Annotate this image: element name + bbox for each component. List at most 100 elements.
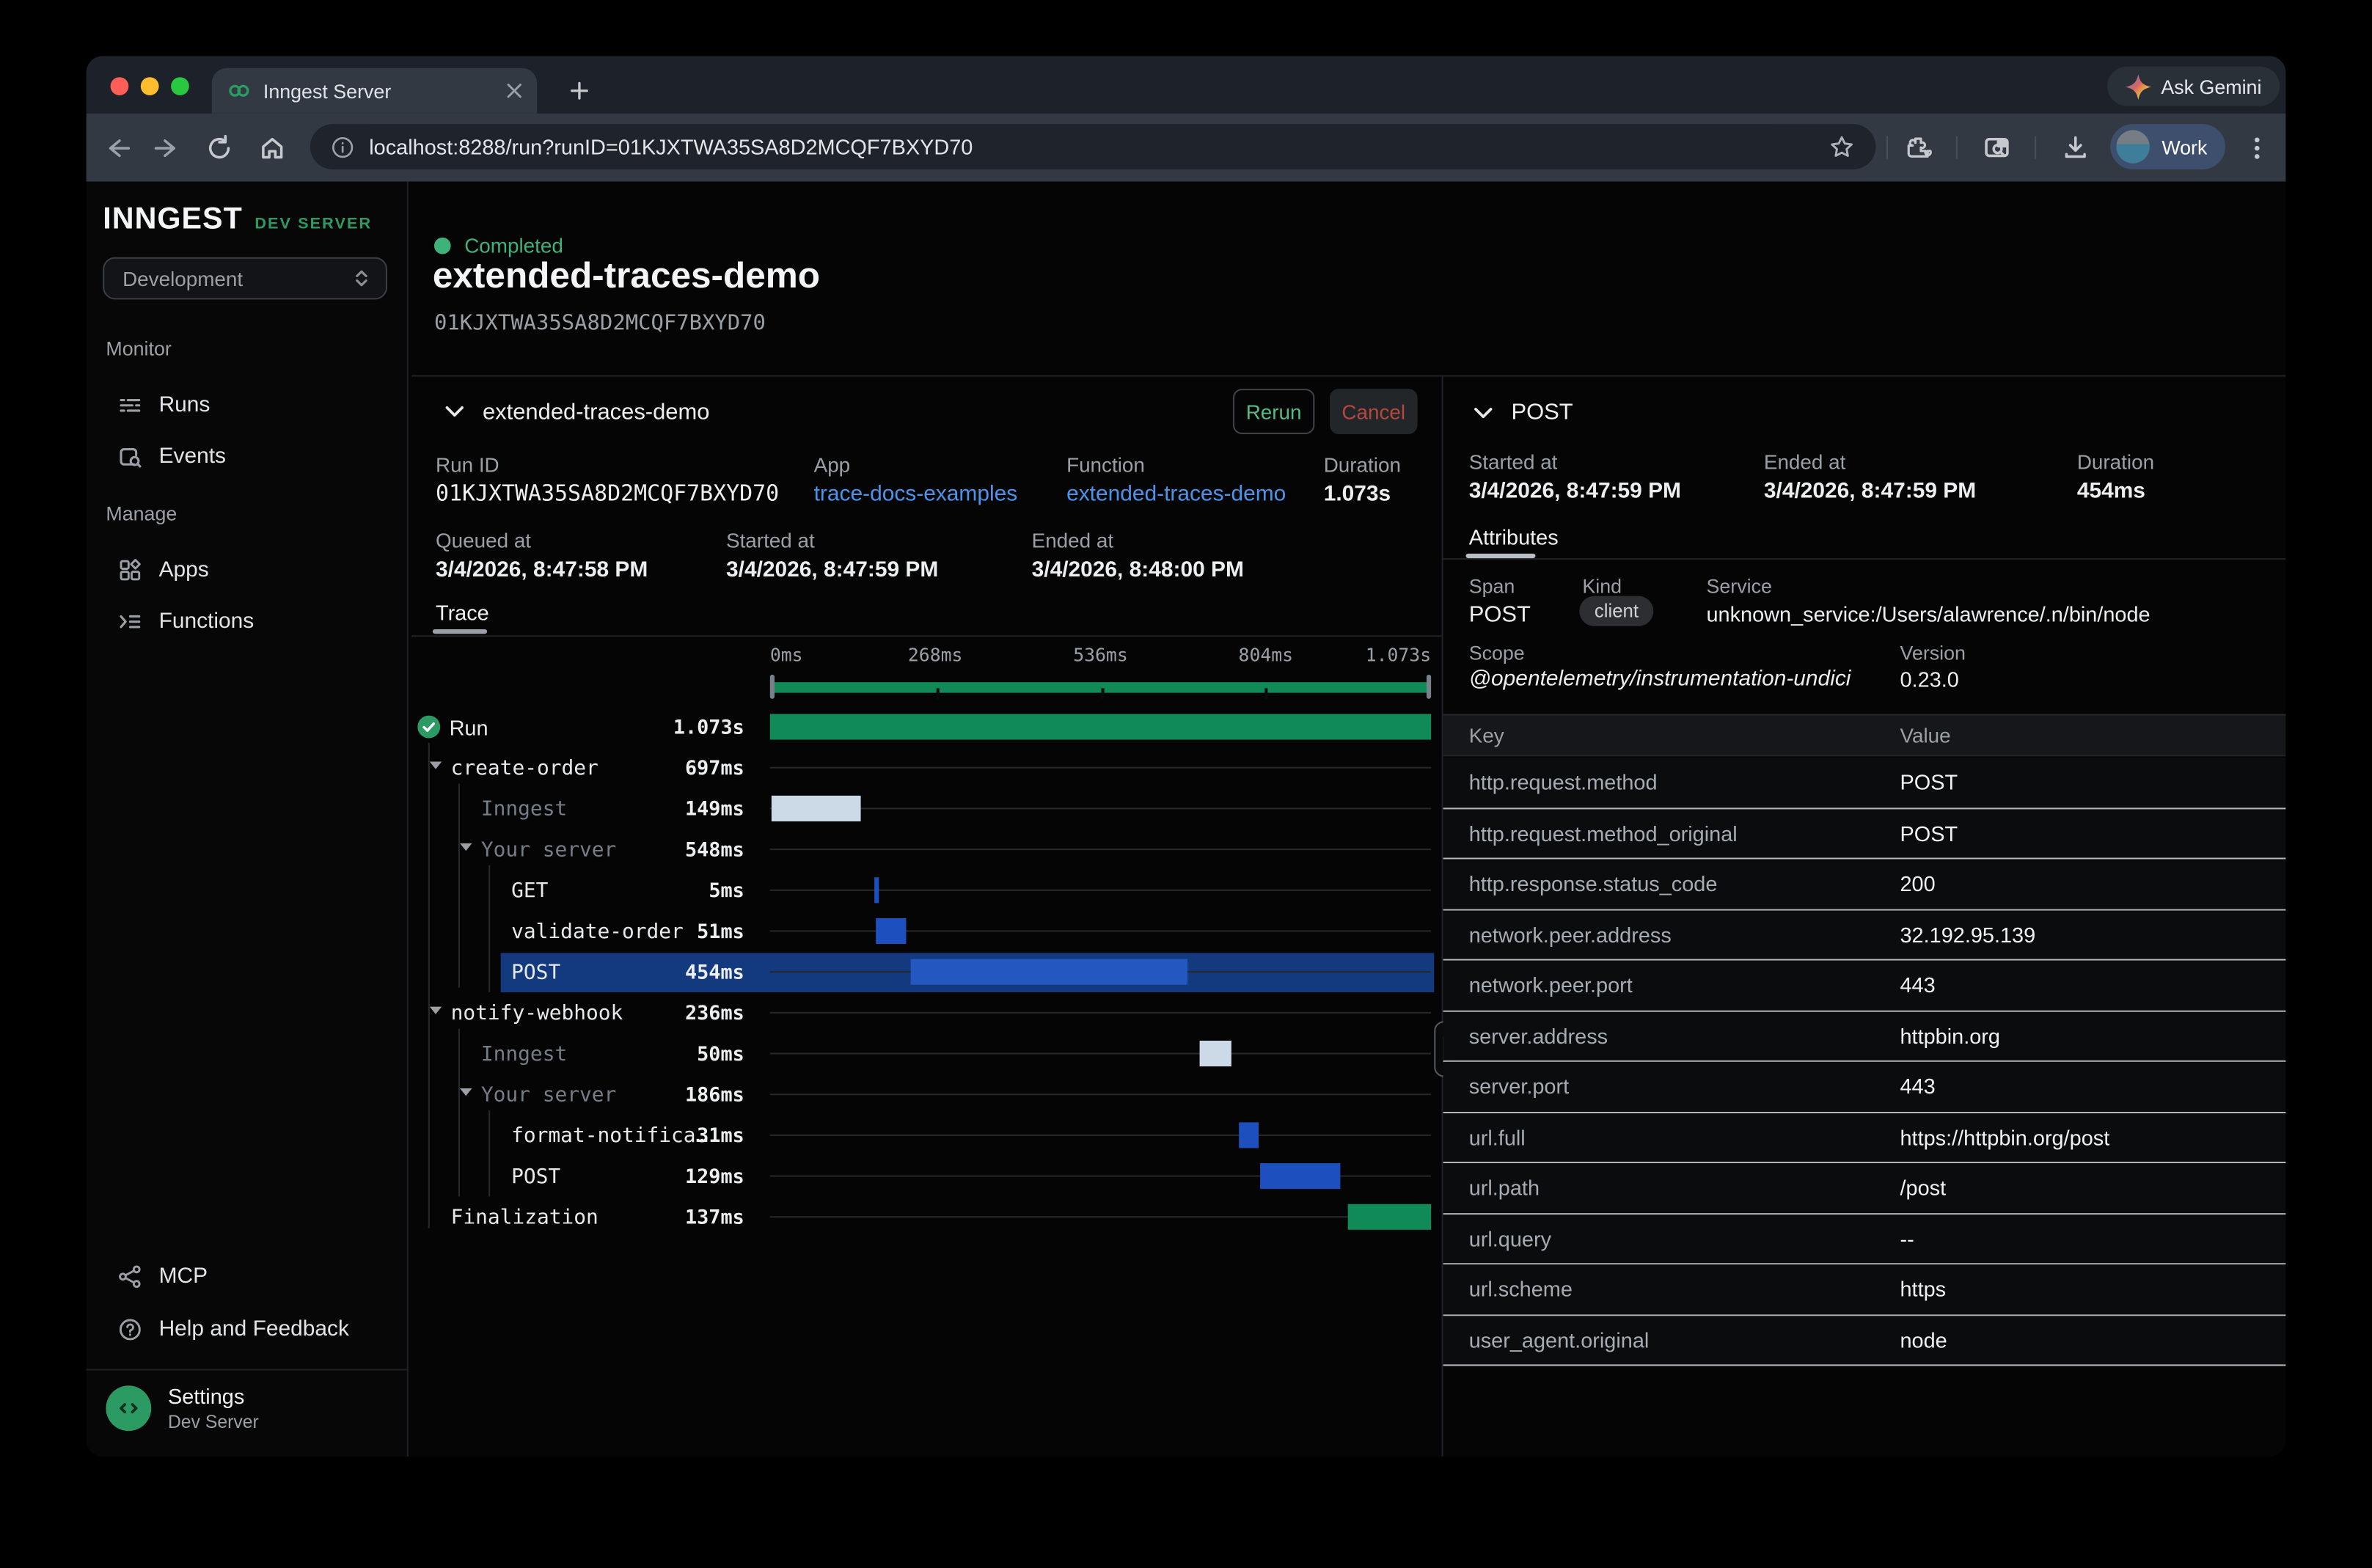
sidebar-item-functions[interactable]: Functions: [98, 601, 395, 642]
minimap-handle-left[interactable]: [770, 675, 775, 699]
tab-search-icon[interactable]: [1982, 133, 2010, 162]
sidebar-divider: [87, 1369, 407, 1371]
attribute-key: http.request.method: [1469, 770, 1658, 794]
trace-tabs-border: [411, 635, 1442, 637]
window-close-button[interactable]: [111, 77, 129, 95]
profile-label: Work: [2161, 136, 2207, 158]
gemini-sparkle-icon: [2125, 73, 2150, 99]
meta-field-duration: Duration454ms: [2077, 451, 2154, 504]
trace-span-row[interactable]: Inngest50ms: [411, 1033, 1442, 1074]
sidebar-item-events[interactable]: Events: [98, 436, 395, 477]
meta-value: 3/4/2026, 8:47:59 PM: [726, 558, 938, 582]
scope-value: @opentelemetry/instrumentation-undici: [1469, 667, 1851, 692]
sidebar-item-apps[interactable]: Apps: [98, 549, 395, 590]
timeline-minimap: [770, 675, 1431, 699]
reload-icon[interactable]: [204, 133, 233, 162]
meta-label: App: [814, 454, 1018, 477]
meta-field-started-at: Started at3/4/2026, 8:47:59 PM: [1469, 451, 1681, 504]
trace-span-row[interactable]: Your server548ms: [411, 829, 1442, 870]
chevron-down-icon[interactable]: [430, 1006, 442, 1015]
trace-span-row[interactable]: POST454ms: [411, 951, 1442, 992]
timeline-track-line: [770, 1093, 1431, 1095]
trace-span-row[interactable]: create-order697ms: [411, 747, 1442, 788]
collapse-chevron-icon[interactable]: [444, 406, 464, 418]
sidebar-item-mcp[interactable]: MCP: [98, 1256, 395, 1297]
timeline-track-line: [770, 807, 1431, 809]
meta-value: 454ms: [2077, 480, 2154, 504]
meta-field-function: Functionextended-traces-demo: [1066, 454, 1286, 507]
attribute-key: url.scheme: [1469, 1277, 1573, 1301]
span-timeline: [770, 1074, 1431, 1115]
url-text[interactable]: localhost:8288/run?runID=01KJXTWA35SA8D2…: [369, 135, 1814, 159]
ask-gemini-button[interactable]: Ask Gemini: [2106, 67, 2280, 106]
sidebar-item-label: Runs: [159, 392, 211, 417]
sidebar-item-help-and-feedback[interactable]: Help and Feedback: [98, 1308, 395, 1349]
trace-span-row[interactable]: format-notifica…31ms: [411, 1115, 1442, 1156]
tab-trace[interactable]: Trace: [436, 601, 489, 625]
attribute-value: 200: [1900, 871, 1936, 895]
timeline-tick: 804ms: [1239, 645, 1294, 666]
sidebar-item-runs[interactable]: Runs: [98, 384, 395, 425]
chevron-down-icon[interactable]: [460, 1088, 472, 1096]
attribute-value: --: [1900, 1226, 1914, 1250]
tab-close-icon[interactable]: [507, 83, 522, 98]
forward-icon[interactable]: [153, 133, 181, 162]
site-info-icon[interactable]: [332, 136, 354, 158]
span-timeline: [770, 870, 1431, 911]
trace-span-row[interactable]: Run1.073s: [411, 706, 1442, 747]
span-timeline: [770, 992, 1431, 1033]
sidebar-item-label: Apps: [159, 557, 209, 582]
browser-menu-icon[interactable]: [2242, 133, 2271, 162]
rerun-button[interactable]: Rerun: [1233, 389, 1314, 434]
meta-value[interactable]: extended-traces-demo: [1066, 483, 1286, 507]
chevron-down-icon[interactable]: [430, 761, 442, 769]
window-maximize-button[interactable]: [171, 77, 189, 95]
chevron-down-icon[interactable]: [460, 843, 472, 851]
trace-span-row[interactable]: validate-order51ms: [411, 911, 1442, 952]
status-label: Completed: [464, 235, 563, 257]
extensions-icon[interactable]: [1903, 133, 1932, 162]
attribute-key: http.request.method_original: [1469, 821, 1738, 845]
window-minimize-button[interactable]: [141, 77, 159, 95]
attribute-key: user_agent.original: [1469, 1327, 1650, 1352]
meta-value: 1.073s: [1324, 483, 1401, 507]
environment-select[interactable]: Development: [103, 257, 387, 300]
new-tab-button[interactable]: [561, 73, 598, 109]
meta-value[interactable]: trace-docs-examples: [814, 483, 1018, 507]
trace-span-row[interactable]: Inngest149ms: [411, 788, 1442, 829]
meta-field-ended-at: Ended at3/4/2026, 8:47:59 PM: [1764, 451, 1976, 504]
logo-text: INNGEST: [103, 202, 243, 237]
minimap-handle-right[interactable]: [1427, 675, 1431, 699]
attribute-value: 32.192.95.139: [1900, 922, 2036, 946]
trace-span-row[interactable]: Your server186ms: [411, 1074, 1442, 1115]
trace-span-row[interactable]: GET5ms: [411, 870, 1442, 911]
span-timeline: [770, 747, 1431, 788]
attribute-key: server.address: [1469, 1023, 1608, 1047]
profile-chip[interactable]: Work: [2110, 124, 2225, 169]
trace-span-row[interactable]: POST129ms: [411, 1156, 1442, 1197]
minimap-bar: [773, 681, 1428, 692]
runs-icon: [118, 392, 142, 417]
cancel-button[interactable]: Cancel: [1330, 389, 1418, 434]
tab-attributes[interactable]: Attributes: [1469, 525, 1559, 549]
trace-span-row[interactable]: notify-webhook236ms: [411, 992, 1442, 1033]
trace-function-name: extended-traces-demo: [483, 398, 710, 424]
home-icon[interactable]: [257, 133, 286, 162]
span-title: POST: [1511, 400, 1573, 425]
address-bar[interactable]: localhost:8288/run?runID=01KJXTWA35SA8D2…: [310, 124, 1876, 169]
back-icon[interactable]: [101, 133, 130, 162]
trace-tab-underline: [433, 629, 487, 633]
attribute-row: network.peer.address32.192.95.139: [1443, 910, 2286, 961]
timeline-tick: 0ms: [770, 645, 803, 666]
downloads-icon[interactable]: [2060, 133, 2089, 162]
trace-span-row[interactable]: Finalization137ms: [411, 1196, 1442, 1237]
sidebar-item-label: Functions: [159, 609, 255, 633]
span-timeline: [770, 911, 1431, 952]
browser-tab[interactable]: Inngest Server: [212, 68, 537, 114]
sidebar-item-settings[interactable]: Settings Dev Server: [106, 1384, 258, 1432]
toolbar-divider: [2035, 136, 2036, 159]
key-column-header: Key: [1469, 725, 1504, 747]
collapse-chevron-icon[interactable]: [1474, 406, 1493, 419]
bookmark-star-icon[interactable]: [1829, 134, 1855, 160]
kind-label: Kind: [1582, 575, 1622, 598]
